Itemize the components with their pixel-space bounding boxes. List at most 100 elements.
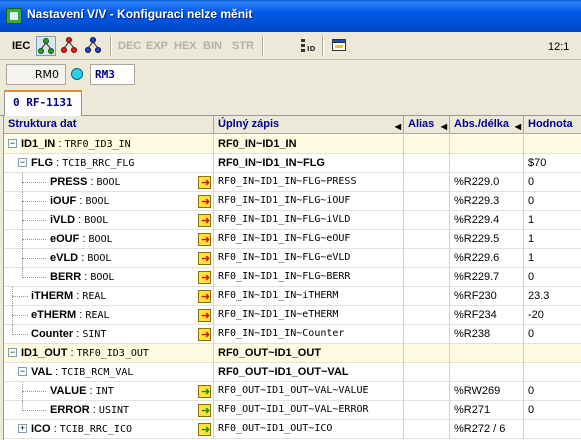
network-green-button[interactable] (36, 36, 56, 56)
col-header-alias[interactable]: Alias ◀ (404, 116, 450, 134)
svg-text:ID: ID (307, 45, 316, 53)
abs-cell: %R271 (450, 401, 524, 420)
collapse-left-icon: ◀ (440, 122, 447, 131)
tree-line (22, 201, 46, 202)
collapse-icon[interactable]: − (8, 348, 17, 357)
exp-button[interactable]: EXP (146, 37, 168, 55)
output-arrow-icon[interactable] (198, 402, 211, 420)
value-cell[interactable]: 0 (524, 192, 581, 211)
table-row[interactable]: PRESS : BOOL RF0_IN~ID1_IN~FLG~PRESS %R2… (4, 173, 581, 192)
struct-cell: − ID1_OUT : TRF0_ID3_OUT (4, 344, 214, 363)
value-cell[interactable] (524, 135, 581, 154)
table-row[interactable]: iTHERM : REAL RF0_IN~ID1_IN~iTHERM %RF23… (4, 287, 581, 306)
table-row[interactable]: − ID1_OUT : TRF0_ID3_OUT RF0_OUT~ID1_OUT (4, 344, 581, 363)
network-red-icon (61, 37, 77, 53)
value-cell[interactable]: -20 (524, 306, 581, 325)
output-arrow-icon[interactable] (198, 383, 211, 401)
abs-cell: %RW269 (450, 382, 524, 401)
struct-cell: iTHERM : REAL (4, 287, 214, 306)
table-row[interactable]: − VAL : TCIB_RCM_VAL RF0_OUT~ID1_OUT~VAL (4, 363, 581, 382)
table-row[interactable]: BERR : BOOL RF0_IN~ID1_IN~FLG~BERR %R229… (4, 268, 581, 287)
input-arrow-icon[interactable] (198, 288, 211, 306)
input-arrow-icon[interactable] (198, 307, 211, 325)
col-header-uplny[interactable]: Úplný zápis ◀ (214, 116, 404, 134)
input-arrow-icon[interactable] (198, 326, 211, 344)
rm3-field[interactable]: RM3 (90, 64, 135, 85)
type-text: TRF0_ID3_OUT (76, 348, 149, 359)
collapse-icon[interactable]: − (8, 139, 17, 148)
type-text: REAL (82, 291, 107, 302)
tab-rf-1131[interactable]: 0 RF-1131 (4, 90, 82, 116)
id-list-button[interactable]: ID (298, 36, 318, 56)
value-cell[interactable]: 0 (524, 325, 581, 344)
table-row[interactable]: eOUF : BOOL RF0_IN~ID1_IN~FLG~eOUF %R229… (4, 230, 581, 249)
output-arrow-icon[interactable] (198, 421, 211, 439)
col-header-hodnota[interactable]: Hodnota (524, 116, 581, 134)
str-button[interactable]: STR (232, 37, 254, 55)
value-cell[interactable] (524, 363, 581, 382)
table-row[interactable]: − FLG : TCIB_RRC_FLG RF0_IN~ID1_IN~FLG $… (4, 154, 581, 173)
alias-cell (404, 344, 450, 363)
input-arrow-icon[interactable] (198, 193, 211, 211)
name-text: eOUF (50, 233, 80, 245)
bin-button[interactable]: BIN (203, 37, 222, 55)
value-cell[interactable]: 1 (524, 249, 581, 268)
type-text: TRF0_ID3_IN (64, 139, 131, 150)
clock: 12:1 (548, 41, 570, 53)
type-text: INT (95, 386, 114, 397)
expand-icon[interactable]: + (18, 424, 27, 433)
col-header-label: Hodnota (528, 118, 573, 130)
collapse-icon[interactable]: − (18, 158, 27, 167)
value-cell[interactable]: 0 (524, 268, 581, 287)
table-row[interactable]: − ID1_IN : TRF0_ID3_IN RF0_IN~ID1_IN (4, 135, 581, 154)
value-cell[interactable]: $70 (524, 154, 581, 173)
table-row[interactable]: iOUF : BOOL RF0_IN~ID1_IN~FLG~iOUF %R229… (4, 192, 581, 211)
abs-cell: %R238 (450, 325, 524, 344)
alias-cell (404, 211, 450, 230)
struct-cell: eOUF : BOOL (4, 230, 214, 249)
tree-line (22, 391, 46, 392)
row-name: VALUE : INT (50, 385, 114, 397)
dec-button[interactable]: DEC (118, 37, 141, 55)
name-text: ID1_IN (21, 138, 56, 150)
name-text: BERR (50, 271, 82, 283)
network-blue-button[interactable] (84, 36, 104, 56)
table-row[interactable]: ERROR : USINT RF0_OUT~ID1_OUT~VAL~ERROR … (4, 401, 581, 420)
table-row[interactable]: + ICO : TCIB_RRC_ICO RF0_OUT~ID1_OUT~ICO… (4, 420, 581, 439)
table-row[interactable]: Counter : SINT RF0_IN~ID1_IN~Counter %R2… (4, 325, 581, 344)
struct-cell: eVLD : BOOL (4, 249, 214, 268)
full-cell: RF0_IN~ID1_IN (214, 135, 404, 154)
value-cell[interactable]: 23.3 (524, 287, 581, 306)
col-header-abs[interactable]: Abs./délka ◀ (450, 116, 524, 134)
table-row[interactable]: eTHERM : REAL RF0_IN~ID1_IN~eTHERM %RF23… (4, 306, 581, 325)
row-name: BERR : BOOL (50, 271, 115, 283)
struct-cell: BERR : BOOL (4, 268, 214, 287)
network-red-button[interactable] (60, 36, 80, 56)
value-cell[interactable]: 1 (524, 211, 581, 230)
collapse-icon[interactable]: − (18, 367, 27, 376)
table-row[interactable]: eVLD : BOOL RF0_IN~ID1_IN~FLG~eVLD %R229… (4, 249, 581, 268)
table-row[interactable]: iVLD : BOOL RF0_IN~ID1_IN~FLG~iVLD %R229… (4, 211, 581, 230)
hex-button[interactable]: HEX (174, 37, 197, 55)
rm0-button[interactable]: RM0 (6, 64, 66, 85)
value-cell[interactable]: 0 (524, 173, 581, 192)
value-cell[interactable]: 1 (524, 230, 581, 249)
value-cell[interactable] (524, 420, 581, 439)
window-button[interactable] (330, 36, 350, 56)
iec-button[interactable]: IEC (12, 37, 30, 55)
name-text: Counter (31, 328, 74, 340)
table-row[interactable]: VALUE : INT RF0_OUT~ID1_OUT~VAL~VALUE %R… (4, 382, 581, 401)
input-arrow-icon[interactable] (198, 212, 211, 230)
input-arrow-icon[interactable] (198, 231, 211, 249)
input-arrow-icon[interactable] (198, 250, 211, 268)
col-header-struktura[interactable]: Struktura dat (4, 116, 214, 134)
toolbar-separator (110, 36, 112, 56)
value-cell[interactable]: 0 (524, 382, 581, 401)
input-arrow-icon[interactable] (198, 174, 211, 192)
value-cell[interactable] (524, 344, 581, 363)
full-cell: RF0_OUT~ID1_OUT~VAL~VALUE (214, 382, 404, 401)
alias-cell (404, 420, 450, 439)
value-cell[interactable]: 0 (524, 401, 581, 420)
tree-line (12, 315, 28, 316)
input-arrow-icon[interactable] (198, 269, 211, 287)
